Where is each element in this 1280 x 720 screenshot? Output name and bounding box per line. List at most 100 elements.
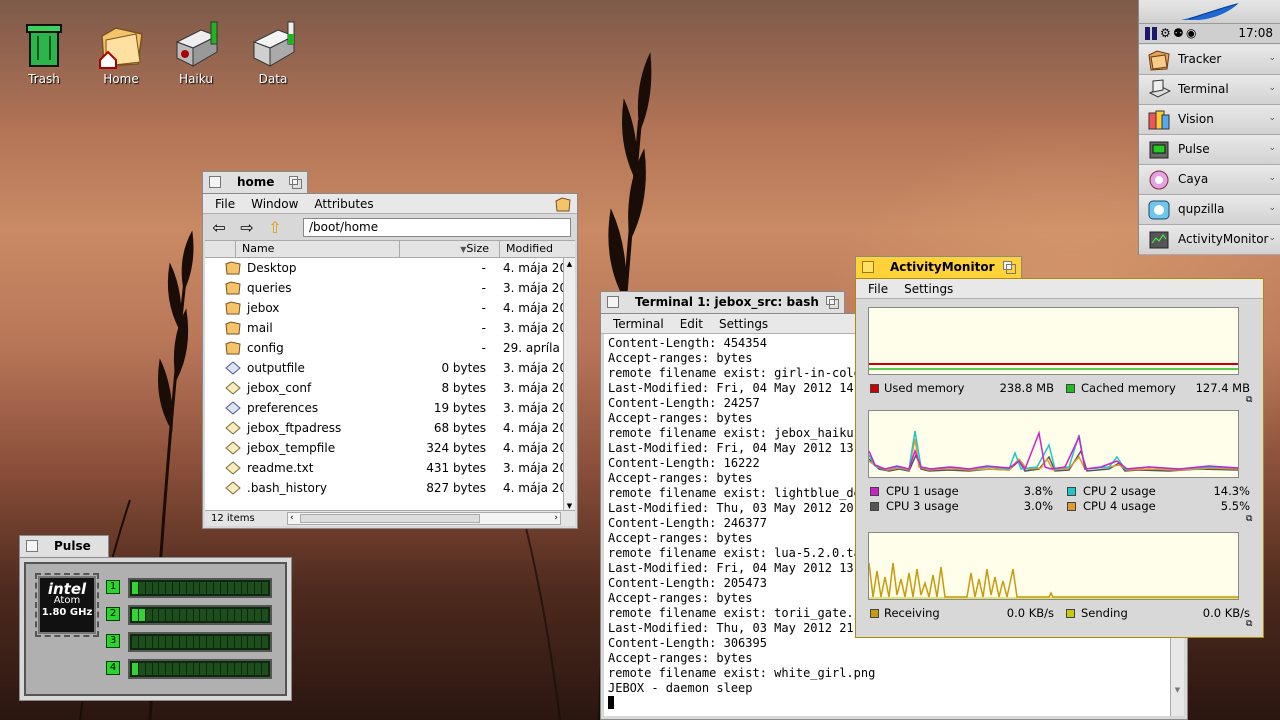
receiving-label: Receiving [884, 606, 940, 620]
cpu-toggle[interactable]: 1 [106, 580, 120, 594]
zoom-box-icon[interactable] [1003, 261, 1016, 274]
resize-icon[interactable]: ⧉ [1246, 515, 1254, 524]
window-title: ActivityMonitor [890, 260, 995, 274]
chevron-down-icon[interactable]: ⌄ [1268, 143, 1276, 153]
tracker-window-tab[interactable]: home [202, 171, 308, 193]
cpu-meter-icon[interactable] [1145, 27, 1150, 40]
deskbar-app-pulse[interactable]: Pulse ⌄ [1139, 135, 1280, 165]
close-box-icon[interactable] [862, 261, 874, 273]
file-row[interactable]: queries - 3. mája 20 [205, 278, 563, 298]
tracker-toolbar: ⇦ ⇨ ⇧ /boot/home [205, 214, 575, 240]
desktop-icon-label: Data [258, 72, 288, 86]
desktop-icon-home[interactable]: Home [91, 20, 151, 86]
folder-icon [225, 321, 241, 335]
file-row[interactable]: .bash_history 827 bytes 4. mája 20 [205, 478, 563, 498]
tracker-folder-icon[interactable] [555, 196, 571, 212]
desktop-icon-label: Trash [28, 72, 60, 86]
chevron-down-icon[interactable]: ⌄ [1268, 53, 1276, 63]
file-row[interactable]: jebox_conf 8 bytes 3. mája 20 [205, 378, 563, 398]
close-box-icon[interactable] [209, 176, 221, 188]
cpu-toggle[interactable]: 4 [106, 661, 120, 675]
desktop-icon-label: Home [103, 72, 139, 86]
path-field[interactable]: /boot/home [303, 218, 571, 237]
desktop-icon-data[interactable]: Data [243, 20, 303, 86]
forward-button[interactable]: ⇨ [233, 216, 261, 238]
cpu-load-bar [128, 632, 272, 652]
activitymonitor-content: Used memory 238.8 MB Cached memory 127.4… [859, 299, 1260, 634]
zoom-box-icon[interactable] [826, 296, 839, 309]
clock[interactable]: 17:08 [1238, 26, 1273, 40]
vertical-scrollbar[interactable]: ▲ ▼ [563, 258, 575, 512]
window-title: Pulse [54, 539, 91, 553]
zoom-box-icon[interactable] [289, 176, 302, 189]
chevron-down-icon[interactable]: ⌄ [1268, 173, 1276, 183]
media-icon[interactable]: ⚉ [1173, 26, 1184, 40]
scroll-left-icon[interactable]: ‹ [290, 513, 294, 524]
activitymonitor-window-tab[interactable]: ActivityMonitor [855, 256, 1022, 278]
chevron-down-icon[interactable]: ⌄ [1268, 203, 1276, 213]
file-row[interactable]: readme.txt 431 bytes 3. mája 20 [205, 458, 563, 478]
scroll-up-icon[interactable]: ▲ [564, 258, 575, 270]
arrow-right-icon: ⇨ [240, 217, 254, 237]
file-icon [225, 361, 241, 375]
file-row[interactable]: preferences 19 bytes 3. mája 20 [205, 398, 563, 418]
deskbar-app-activitymonitor[interactable]: ActivityMonitor ⌄ [1139, 225, 1280, 255]
file-modified: 4. mája 20 [503, 421, 563, 435]
menu-edit[interactable]: Edit [672, 317, 711, 331]
horizontal-scrollbar[interactable]: ‹ › [287, 512, 561, 525]
terminal-window-tab[interactable]: Terminal 1: jebox_src: bash [600, 291, 845, 313]
menu-file[interactable]: File [207, 197, 243, 211]
deskbar-app-caya[interactable]: Caya ⌄ [1139, 165, 1280, 195]
text-file-icon [225, 461, 241, 475]
scroll-thumb[interactable] [300, 514, 480, 523]
file-row[interactable]: jebox_tempfile 324 bytes 4. mája 20 [205, 438, 563, 458]
column-name[interactable]: Name [235, 241, 399, 258]
menu-settings[interactable]: Settings [896, 282, 961, 296]
desktop-icon-haiku[interactable]: Haiku [166, 20, 226, 86]
cpu-toggle[interactable]: 2 [106, 607, 120, 621]
menu-file[interactable]: File [860, 282, 896, 296]
scroll-down-icon[interactable]: ▼ [1171, 686, 1184, 698]
menu-terminal[interactable]: Terminal [605, 317, 672, 331]
parent-button[interactable]: ⇧ [261, 216, 289, 238]
column-size[interactable]: ▼Size [399, 241, 493, 258]
deskbar-app-vision[interactable]: Vision ⌄ [1139, 105, 1280, 135]
file-row[interactable]: outputfile 0 bytes 3. mája 20 [205, 358, 563, 378]
pulse-window-tab[interactable]: Pulse [19, 535, 109, 557]
file-row[interactable]: Desktop - 4. mája 20 [205, 258, 563, 278]
cpu4-label: CPU 4 usage [1083, 499, 1156, 513]
deskbar-menu-button[interactable] [1139, 0, 1280, 24]
column-modified[interactable]: Modified [499, 241, 575, 258]
close-box-icon[interactable] [26, 540, 38, 552]
deskbar-app-label: Tracker [1178, 52, 1222, 66]
file-row[interactable]: mail - 3. mája 20 [205, 318, 563, 338]
cpu-toggle[interactable]: 3 [106, 634, 120, 648]
network-icon[interactable]: ⚙ [1160, 26, 1171, 40]
resize-icon[interactable]: ⧉ [1246, 620, 1254, 629]
deskbar-app-qupzilla[interactable]: qupzilla ⌄ [1139, 195, 1280, 225]
desktop-icon-trash[interactable]: Trash [14, 20, 74, 86]
column-header: Name ▼Size Modified [205, 240, 575, 258]
menu-settings[interactable]: Settings [711, 317, 776, 331]
chevron-down-icon[interactable]: ⌄ [1268, 113, 1276, 123]
close-box-icon[interactable] [607, 296, 619, 308]
menu-attributes[interactable]: Attributes [306, 197, 381, 211]
cpu-meter-icon[interactable] [1152, 27, 1157, 40]
chevron-down-icon[interactable]: ⌄ [1268, 233, 1276, 243]
deskbar-app-terminal[interactable]: Terminal ⌄ [1139, 75, 1280, 105]
back-button[interactable]: ⇦ [205, 216, 233, 238]
home-folder-icon [99, 27, 143, 69]
menu-window[interactable]: Window [243, 197, 306, 211]
deskbar-app-tracker[interactable]: Tracker ⌄ [1139, 45, 1280, 75]
folder-icon [225, 301, 241, 315]
scroll-right-icon[interactable]: › [554, 513, 558, 524]
volume-icon[interactable]: ◉ [1186, 26, 1196, 40]
prompt-line[interactable] [608, 696, 1170, 711]
file-row[interactable]: jebox - 4. mája 20 [205, 298, 563, 318]
file-row[interactable]: jebox_ftpadress 68 bytes 4. mája 20 [205, 418, 563, 438]
pulse-panel: intel Atom 1.80 GHz 1 2 3 4 [24, 562, 287, 696]
file-row[interactable]: config - 29. apríla [205, 338, 563, 358]
tracker-icon [1147, 49, 1171, 74]
resize-icon[interactable]: ⧉ [1246, 396, 1254, 405]
chevron-down-icon[interactable]: ⌄ [1268, 83, 1276, 93]
